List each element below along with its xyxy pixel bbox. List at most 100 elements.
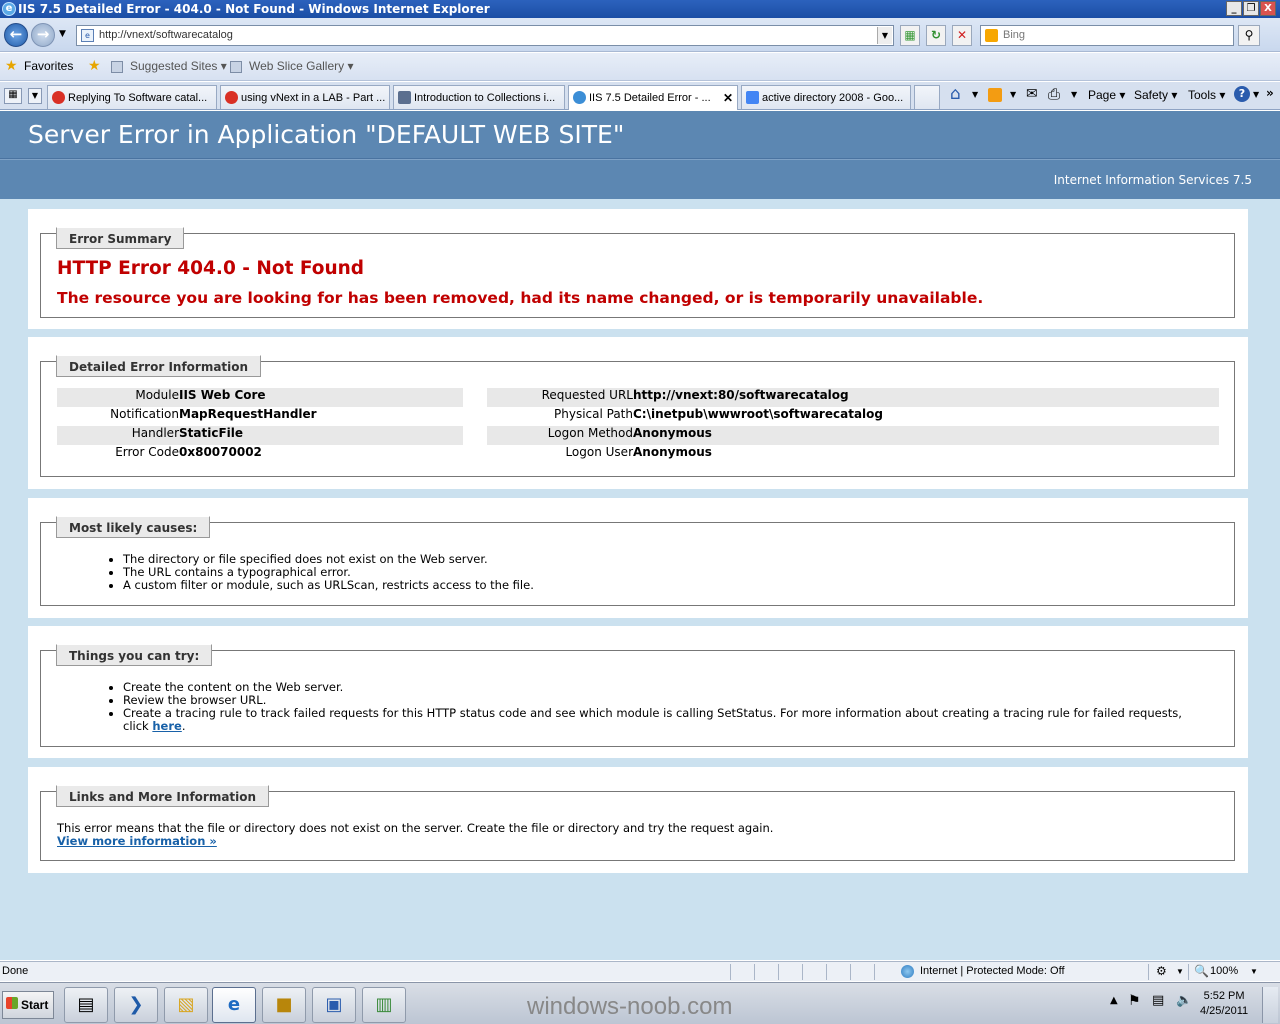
- detail-key: Module: [135, 388, 179, 402]
- tab-collections[interactable]: Introduction to Collections i...: [393, 85, 565, 109]
- system-clock[interactable]: 5:52 PM 4/25/2011: [1200, 989, 1248, 1019]
- security-zone-text[interactable]: Internet | Protected Mode: Off: [920, 965, 1065, 977]
- feeds-dropdown-icon[interactable]: ▼: [1010, 90, 1016, 99]
- view-more-info-link[interactable]: View more information »: [57, 834, 217, 848]
- volume-muted-icon[interactable]: 🔈: [1176, 993, 1192, 1008]
- error-summary-panel: Error Summary HTTP Error 404.0 - Not Fou…: [28, 209, 1248, 329]
- tab-vnext-lab[interactable]: using vNext in a LAB - Part ...: [220, 85, 390, 109]
- zoom-level[interactable]: 100%: [1210, 965, 1238, 977]
- add-favorites-icon[interactable]: ★: [88, 58, 101, 74]
- status-segment: [778, 964, 802, 980]
- window-title-bar[interactable]: e IIS 7.5 Detailed Error - 404.0 - Not F…: [0, 0, 1280, 18]
- back-button[interactable]: ←: [4, 23, 28, 47]
- address-bar[interactable]: e http://vnext/softwarecatalog ▼: [76, 25, 894, 46]
- network-icon[interactable]: ▤: [1152, 993, 1164, 1008]
- likely-causes-fieldset: Most likely causes: The directory or fil…: [40, 516, 1235, 606]
- status-segment: [730, 964, 754, 980]
- clock-time: 5:52 PM: [1203, 990, 1245, 1002]
- new-tab-button[interactable]: [914, 85, 940, 109]
- mail-icon[interactable]: ✉: [1026, 86, 1038, 102]
- search-box[interactable]: Bing: [980, 25, 1234, 46]
- feeds-icon[interactable]: [988, 88, 1002, 102]
- detail-row-logon-user: Logon User Anonymous: [487, 445, 1219, 464]
- help-icon[interactable]: ?: [1234, 86, 1250, 102]
- links-info-text: This error means that the file or direct…: [57, 821, 774, 835]
- address-input[interactable]: http://vnext/softwarecatalog: [99, 29, 233, 41]
- explorer-icon[interactable]: ▧: [164, 987, 208, 1023]
- page-menu[interactable]: Page ▾: [1088, 88, 1125, 102]
- detail-key: Error Code: [115, 445, 179, 459]
- zone-dropdown-icon[interactable]: ▼: [1176, 967, 1184, 976]
- protected-mode-icon[interactable]: ⚙: [1156, 964, 1167, 978]
- sccm-console-icon[interactable]: ■: [262, 987, 306, 1023]
- error-summary-legend: Error Summary: [56, 227, 185, 249]
- action-center-flag-icon[interactable]: ⚑: [1128, 993, 1141, 1009]
- detail-row-physical-path: Physical Path C:\inetpub\wwwroot\softwar…: [487, 407, 1219, 426]
- powershell-icon[interactable]: ❯: [114, 987, 158, 1023]
- recent-pages-dropdown-icon[interactable]: ▼: [59, 29, 66, 39]
- refresh-button[interactable]: ↻: [926, 25, 946, 46]
- bing-icon: [985, 29, 998, 42]
- configuration-manager-icon[interactable]: ▥: [362, 987, 406, 1023]
- suggested-sites-link[interactable]: Suggested Sites ▾: [130, 59, 227, 73]
- detail-row-notification: Notification MapRequestHandler: [57, 407, 463, 426]
- internet-explorer-icon[interactable]: e: [212, 987, 256, 1023]
- ie-app-icon: e: [2, 2, 16, 16]
- web-slice-gallery-link[interactable]: Web Slice Gallery ▾: [249, 59, 354, 73]
- show-hidden-icons[interactable]: ▲: [1110, 995, 1118, 1006]
- list-item: A custom filter or module, such as URLSc…: [123, 579, 534, 592]
- detailed-error-fieldset: Detailed Error Information Module IIS We…: [40, 355, 1235, 477]
- detail-value: Anonymous: [633, 445, 712, 459]
- forward-button[interactable]: →: [31, 23, 55, 47]
- home-dropdown-icon[interactable]: ▼: [972, 90, 978, 99]
- active-directory-icon[interactable]: ▣: [312, 987, 356, 1023]
- search-button[interactable]: ⚲: [1238, 25, 1260, 46]
- compatibility-view-button[interactable]: ▦: [900, 25, 920, 46]
- detail-value: IIS Web Core: [179, 388, 266, 402]
- list-item: Create a tracing rule to track failed re…: [123, 707, 1210, 733]
- detail-value: http://vnext:80/softwarecatalog: [633, 388, 849, 402]
- zoom-dropdown-icon[interactable]: ▼: [1250, 967, 1258, 976]
- help-dropdown-icon[interactable]: ▼: [1253, 90, 1259, 99]
- address-dropdown-icon[interactable]: ▼: [877, 27, 892, 44]
- chrome-like-icon: [52, 91, 65, 104]
- minimize-button[interactable]: _: [1226, 1, 1242, 16]
- list-item-text: Create a tracing rule to track failed re…: [123, 706, 1182, 733]
- quick-tabs-icon[interactable]: ▦: [4, 88, 22, 104]
- detail-value: C:\inetpub\wwwroot\softwarecatalog: [633, 407, 883, 421]
- page-icon: e: [81, 29, 94, 42]
- tab-iis-error[interactable]: IIS 7.5 Detailed Error - ... ✕: [568, 85, 738, 110]
- tab-bar: ▦ ▼ Replying To Software catal... using …: [0, 82, 1280, 110]
- tab-list-icon[interactable]: ▼: [28, 88, 42, 104]
- print-icon[interactable]: ⎙: [1048, 85, 1060, 103]
- favorites-button[interactable]: Favorites: [24, 59, 73, 73]
- stop-button[interactable]: ✕: [952, 25, 972, 46]
- tab-replying[interactable]: Replying To Software catal...: [47, 85, 217, 109]
- close-window-button[interactable]: X: [1260, 1, 1276, 16]
- windows-logo-icon: [6, 997, 18, 1009]
- error-summary-fieldset: Error Summary HTTP Error 404.0 - Not Fou…: [40, 227, 1235, 318]
- zoom-icon[interactable]: 🔍: [1194, 964, 1209, 978]
- close-tab-icon[interactable]: ✕: [723, 91, 733, 105]
- search-input[interactable]: Bing: [1003, 29, 1025, 41]
- detail-key: Requested URL: [541, 388, 633, 402]
- tracing-rule-link[interactable]: here: [152, 719, 181, 733]
- detail-row-module: Module IIS Web Core: [57, 388, 463, 407]
- tools-menu[interactable]: Tools ▾: [1188, 88, 1225, 102]
- safety-menu[interactable]: Safety ▾: [1134, 88, 1177, 102]
- tab-active-directory[interactable]: active directory 2008 - Goo...: [741, 85, 911, 109]
- links-info-fieldset: Links and More Information This error me…: [40, 785, 1235, 861]
- show-desktop-button[interactable]: [1262, 987, 1278, 1023]
- list-item: Create the content on the Web server.: [123, 681, 1210, 694]
- print-dropdown-icon[interactable]: ▼: [1071, 90, 1077, 99]
- clock-date: 4/25/2011: [1200, 1005, 1249, 1017]
- start-button[interactable]: Start: [2, 991, 54, 1019]
- more-commands-icon[interactable]: »: [1266, 86, 1274, 100]
- detail-row-handler: Handler StaticFile: [57, 426, 463, 445]
- server-manager-icon[interactable]: ▤: [64, 987, 108, 1023]
- things-to-try-legend: Things you can try:: [56, 644, 213, 666]
- detailed-error-panel: Detailed Error Information Module IIS We…: [28, 337, 1248, 489]
- window-title: IIS 7.5 Detailed Error - 404.0 - Not Fou…: [18, 2, 490, 16]
- maximize-button[interactable]: ❐: [1243, 1, 1259, 16]
- home-icon[interactable]: ⌂: [950, 84, 961, 104]
